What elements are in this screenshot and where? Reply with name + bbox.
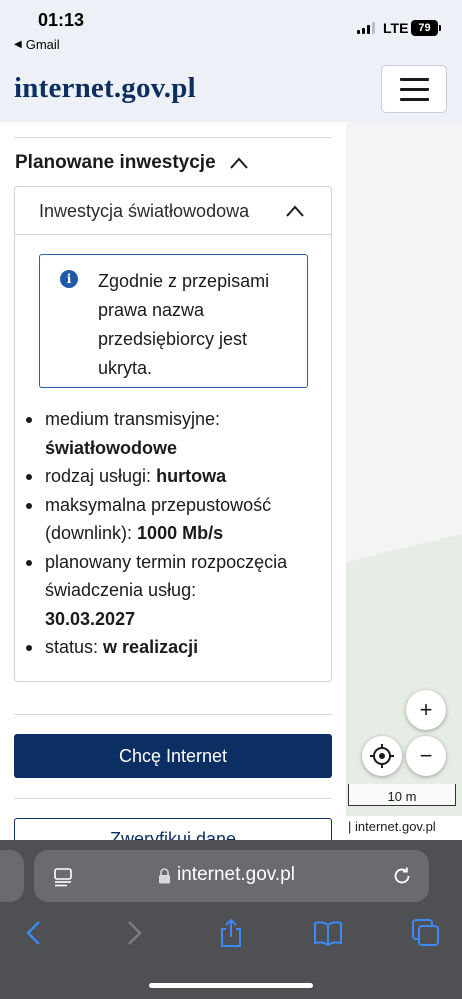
previous-tab-preview[interactable] bbox=[0, 850, 24, 902]
url-text[interactable]: internet.gov.pl bbox=[177, 864, 295, 886]
info-text: Zgodnie z przepisami prawa nazwa przedsi… bbox=[98, 271, 270, 378]
list-item: status: w realizacji bbox=[23, 633, 323, 662]
status-bar: 01:13 ◀ Gmail LTE 79 bbox=[0, 0, 462, 56]
list-item: medium transmisyjne: światłowodowe bbox=[23, 405, 323, 462]
map-land-shape bbox=[346, 122, 462, 840]
detail-label: planowany termin rozpoczęcia świadczenia… bbox=[45, 551, 288, 601]
list-item: rodzaj usługi: hurtowa bbox=[23, 462, 323, 491]
home-indicator bbox=[149, 983, 313, 988]
investment-card: Inwestycja światłowodowa i Zgodnie z prz… bbox=[14, 186, 332, 682]
divider bbox=[14, 798, 332, 799]
detail-label: medium transmisyjne: bbox=[45, 409, 221, 429]
info-icon: i bbox=[60, 270, 78, 288]
detail-value: 1000 Mb/s bbox=[137, 523, 224, 543]
list-item: maksymalna przepustowość (downlink): 100… bbox=[23, 491, 323, 548]
address-bar[interactable]: internet.gov.pl bbox=[34, 850, 429, 902]
section-title[interactable]: Planowane inwestycje bbox=[15, 152, 216, 174]
cellular-signal-icon bbox=[357, 22, 375, 34]
bookmarks-icon[interactable] bbox=[313, 918, 343, 948]
site-header: internet.gov.pl bbox=[0, 56, 462, 122]
locate-me-button[interactable] bbox=[362, 736, 402, 776]
detail-label: status: bbox=[45, 637, 99, 657]
zoom-in-button[interactable]: + bbox=[406, 690, 446, 730]
map-view[interactable]: + − 10 m | internet.gov.pl bbox=[346, 122, 462, 840]
network-type: LTE bbox=[383, 20, 409, 36]
detail-value: w realizacji bbox=[103, 637, 199, 657]
back-to-app-link[interactable]: ◀ Gmail bbox=[14, 37, 60, 52]
menu-button[interactable] bbox=[381, 65, 447, 113]
reader-mode-icon[interactable] bbox=[53, 867, 73, 887]
zoom-out-button[interactable]: − bbox=[406, 736, 446, 776]
investment-details-list: medium transmisyjne: światłowodowe rodzaj… bbox=[23, 405, 323, 662]
back-triangle-icon: ◀ bbox=[14, 39, 22, 50]
hamburger-icon-line bbox=[399, 87, 429, 91]
want-internet-button[interactable]: Chcę Internet bbox=[14, 734, 332, 778]
browser-toolbar: internet.gov.pl bbox=[0, 840, 462, 999]
site-logo[interactable]: internet.gov.pl bbox=[14, 72, 196, 105]
hamburger-icon bbox=[399, 77, 429, 81]
chevron-up-icon[interactable] bbox=[285, 204, 305, 218]
list-item: planowany termin rozpoczęcia świadczenia… bbox=[23, 548, 323, 634]
card-title: Inwestycja światłowodowa bbox=[39, 201, 250, 221]
forward-icon[interactable] bbox=[119, 918, 149, 948]
lock-icon bbox=[159, 868, 170, 884]
divider bbox=[14, 137, 332, 138]
verify-data-button[interactable]: Zweryfikuj dane bbox=[14, 818, 332, 840]
detail-value: światłowodowe bbox=[45, 437, 178, 458]
card-header[interactable]: Inwestycja światłowodowa bbox=[15, 187, 331, 235]
share-icon[interactable] bbox=[216, 918, 246, 948]
investments-panel: Planowane inwestycje Inwestycja światłow… bbox=[0, 122, 346, 840]
back-icon[interactable] bbox=[19, 918, 49, 948]
detail-value: 30.03.2027 bbox=[45, 608, 136, 629]
crosshair-icon bbox=[370, 744, 394, 768]
detail-label: rodzaj usługi: bbox=[45, 466, 152, 486]
clock: 01:13 bbox=[38, 10, 85, 30]
detail-value: hurtowa bbox=[156, 466, 227, 486]
chevron-up-icon[interactable] bbox=[229, 156, 249, 170]
map-attribution[interactable]: | internet.gov.pl bbox=[346, 816, 462, 840]
map-scale: 10 m bbox=[348, 784, 456, 806]
back-app-label: Gmail bbox=[25, 37, 60, 52]
info-alert: i Zgodnie z przepisami prawa nazwa przed… bbox=[39, 254, 308, 388]
reload-icon[interactable] bbox=[391, 865, 413, 887]
divider bbox=[14, 714, 332, 715]
hamburger-icon-line bbox=[399, 97, 429, 101]
tabs-icon[interactable] bbox=[411, 918, 441, 948]
battery-icon: 79 bbox=[411, 20, 441, 36]
